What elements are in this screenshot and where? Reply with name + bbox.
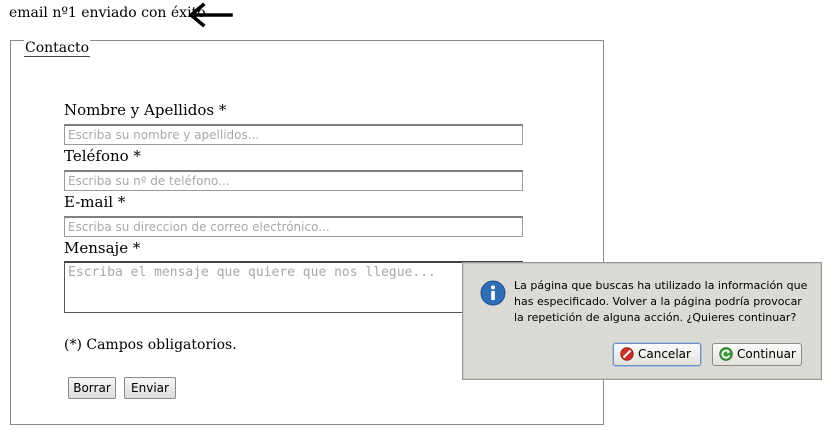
- message-label: Mensaje *: [64, 239, 141, 257]
- info-icon: [480, 280, 506, 306]
- phone-label: Teléfono *: [64, 147, 141, 165]
- name-input[interactable]: Escriba su nombre y apellidos...: [64, 124, 523, 145]
- name-label: Nombre y Apellidos *: [64, 101, 227, 119]
- cancel-icon: [620, 347, 634, 361]
- reset-button[interactable]: Borrar: [68, 377, 116, 399]
- cancel-label: Cancelar: [638, 347, 691, 361]
- required-fields-note: (*) Campos obligatorios.: [64, 337, 237, 353]
- fieldset-legend: Contacto: [24, 40, 91, 57]
- status-message: email nº1 enviado con éxito: [9, 5, 206, 21]
- email-input[interactable]: Escriba su direccion de correo electróni…: [64, 216, 523, 237]
- message-textarea[interactable]: Escriba el mensaje que quiere que nos ll…: [64, 261, 523, 313]
- dialog-message: La página que buscas ha utilizado la inf…: [514, 279, 808, 324]
- phone-input[interactable]: Escriba su nº de teléfono...: [64, 170, 523, 191]
- submit-button[interactable]: Enviar: [124, 377, 176, 399]
- continue-label: Continuar: [737, 347, 796, 361]
- cancel-button[interactable]: Cancelar: [613, 343, 701, 366]
- refresh-icon: [719, 347, 733, 361]
- continue-button[interactable]: Continuar: [712, 343, 802, 366]
- arrow-left-icon: [188, 2, 233, 28]
- resubmit-dialog: La página que buscas ha utilizado la inf…: [462, 262, 822, 380]
- email-label: E-mail *: [64, 193, 126, 211]
